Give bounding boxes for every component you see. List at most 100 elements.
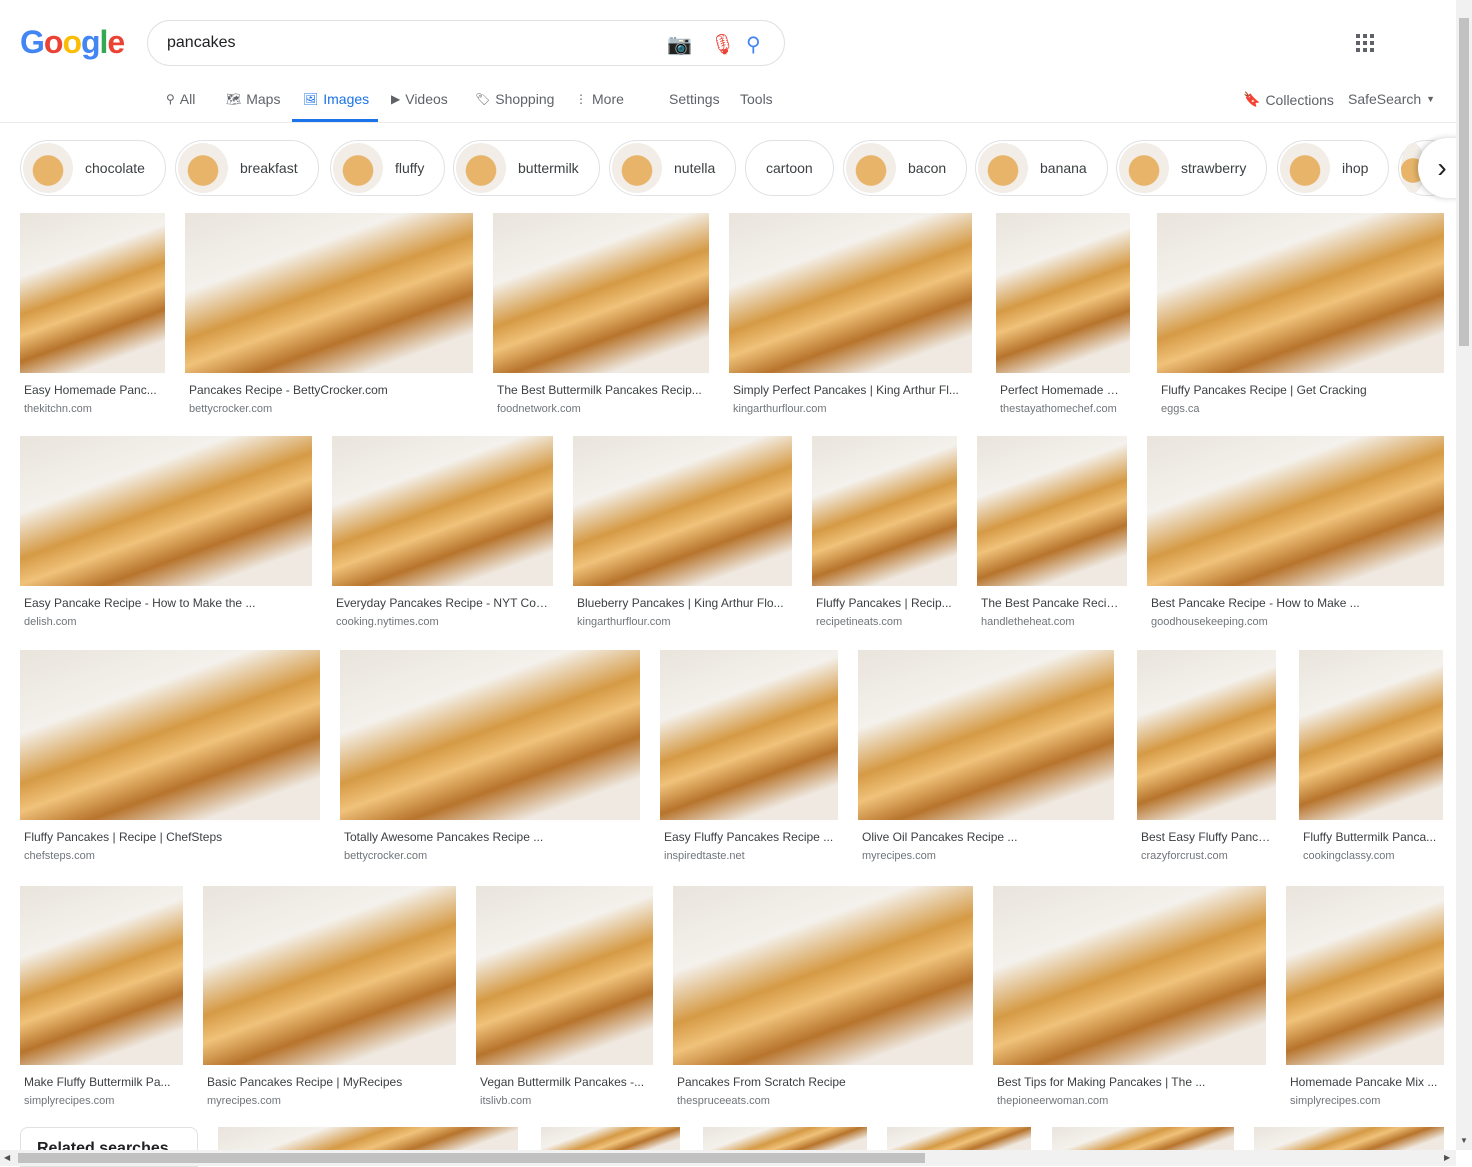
result-title[interactable]: Blueberry Pancakes | King Arthur Flo...	[577, 596, 788, 610]
result-title[interactable]: Best Pancake Recipe - How to Make ...	[1151, 596, 1440, 610]
image-result[interactable]: Pancakes From Scratch Recipe thespruceeat…	[673, 886, 973, 1107]
result-thumbnail[interactable]	[573, 436, 792, 586]
result-title[interactable]: Simply Perfect Pancakes | King Arthur Fl…	[733, 383, 968, 397]
result-thumbnail[interactable]	[887, 1127, 1031, 1150]
microphone-icon[interactable]: 🎙	[710, 32, 735, 57]
chip-ihop[interactable]: ihop	[1277, 140, 1390, 196]
chip-strawberry[interactable]: strawberry	[1116, 140, 1268, 196]
chip-breakfast[interactable]: breakfast	[175, 140, 319, 196]
result-title[interactable]: Fluffy Pancakes | Recipe | ChefSteps	[24, 830, 316, 844]
result-thumbnail[interactable]	[729, 213, 972, 373]
image-result[interactable]: Pancakes Recipe - BettyCrocker.com bettyc…	[185, 213, 473, 415]
chip-bacon[interactable]: bacon	[843, 140, 968, 196]
camera-icon[interactable]: 📷	[667, 32, 692, 57]
image-result[interactable]: Easy Homemade Panc... thekitchn.com	[20, 213, 165, 415]
result-title[interactable]: Fluffy Pancakes Recipe | Get Cracking	[1161, 383, 1440, 397]
chip-banana[interactable]: banana	[975, 140, 1108, 196]
chip-chocolate[interactable]: chocolate	[20, 140, 166, 196]
result-title[interactable]: Homemade Pancake Mix ...	[1290, 1075, 1440, 1089]
result-title[interactable]: Pancakes From Scratch Recipe	[677, 1075, 969, 1089]
result-title[interactable]: Easy Homemade Panc...	[24, 383, 161, 397]
result-thumbnail[interactable]	[541, 1127, 680, 1150]
result-thumbnail[interactable]	[203, 886, 456, 1065]
result-title[interactable]: Perfect Homemade Pa...	[1000, 383, 1126, 397]
tab-videos[interactable]: ▶ Videos	[391, 91, 448, 107]
image-result[interactable]: Homemade Pancake Mix ... simplyrecipes.co…	[1286, 886, 1444, 1107]
scroll-right-arrow[interactable]: ▶	[1444, 1153, 1450, 1162]
result-thumbnail[interactable]	[340, 650, 640, 820]
result-thumbnail[interactable]	[660, 650, 838, 820]
result-thumbnail[interactable]	[858, 650, 1114, 820]
image-result[interactable]: Fluffy Pancakes | Recip... recipetineats.…	[812, 436, 957, 628]
image-result[interactable]: The Best Pancake Recip... handletheheat.c…	[977, 436, 1127, 628]
tab-tools[interactable]: Tools	[740, 91, 773, 107]
result-title[interactable]: Easy Fluffy Pancakes Recipe ...	[664, 830, 834, 844]
result-thumbnail[interactable]	[703, 1127, 867, 1150]
result-thumbnail[interactable]	[1052, 1127, 1234, 1150]
result-thumbnail[interactable]	[493, 213, 709, 373]
tab-more[interactable]: ⋮ More	[575, 91, 624, 107]
result-title[interactable]: The Best Pancake Recip...	[981, 596, 1123, 610]
result-thumbnail[interactable]	[1299, 650, 1443, 820]
image-result[interactable]: Fluffy Buttermilk Panca... cookingclassy.…	[1299, 650, 1443, 862]
image-result[interactable]: Easy Fluffy Pancakes Recipe ... inspiredt…	[660, 650, 838, 862]
image-result[interactable]: Easy Pancake Recipe - How to Make the ..…	[20, 436, 312, 628]
scroll-down-arrow[interactable]: ▼	[1460, 1136, 1468, 1145]
result-title[interactable]: Fluffy Buttermilk Panca...	[1303, 830, 1439, 844]
result-thumbnail[interactable]	[977, 436, 1127, 586]
vertical-scrollbar-thumb[interactable]	[1459, 18, 1469, 346]
image-result[interactable]: Basic Pancakes Recipe | MyRecipes myrecip…	[203, 886, 456, 1107]
scroll-left-arrow[interactable]: ◀	[4, 1153, 10, 1162]
tab-all[interactable]: ⚲ All	[166, 91, 195, 107]
result-title[interactable]: Vegan Buttermilk Pancakes -...	[480, 1075, 649, 1089]
search-box[interactable]: pancakes 📷 🎙 ⚲	[147, 20, 785, 66]
image-result[interactable]: Make Fluffy Buttermilk Pa... simplyrecipe…	[20, 886, 183, 1107]
result-thumbnail[interactable]	[332, 436, 553, 586]
image-result[interactable]: Best Easy Fluffy Panca... crazyforcrust.c…	[1137, 650, 1276, 862]
result-thumbnail[interactable]	[1147, 436, 1444, 586]
horizontal-scrollbar-thumb[interactable]	[18, 1153, 925, 1163]
chip-nutella[interactable]: nutella	[609, 140, 737, 196]
image-result[interactable]: Vegan Buttermilk Pancakes -... itslivb.co…	[476, 886, 653, 1107]
image-result[interactable]: Perfect Homemade Pa... thestayathomechef.…	[996, 213, 1130, 415]
result-thumbnail[interactable]	[20, 650, 320, 820]
image-result[interactable]: Totally Awesome Pancakes Recipe ... betty…	[340, 650, 640, 862]
google-logo[interactable]: Google	[20, 24, 125, 61]
search-input[interactable]: pancakes	[167, 34, 236, 52]
result-title[interactable]: Everyday Pancakes Recipe - NYT Coo...	[336, 596, 549, 610]
result-title[interactable]: Basic Pancakes Recipe | MyRecipes	[207, 1075, 452, 1089]
result-title[interactable]: Best Tips for Making Pancakes | The ...	[997, 1075, 1262, 1089]
result-thumbnail[interactable]	[476, 886, 653, 1065]
search-icon[interactable]: ⚲	[746, 32, 761, 57]
chip-cartoon[interactable]: cartoon	[745, 140, 834, 196]
result-thumbnail[interactable]	[812, 436, 957, 586]
image-result[interactable]: Fluffy Pancakes Recipe | Get Cracking egg…	[1157, 213, 1444, 415]
collections-link[interactable]: 🔖 Collections	[1243, 91, 1334, 108]
result-thumbnail[interactable]	[1286, 886, 1444, 1065]
tab-shopping[interactable]: 🏷 Shopping	[475, 91, 554, 107]
result-title[interactable]: Easy Pancake Recipe - How to Make the ..…	[24, 596, 308, 610]
tab-maps[interactable]: 🗺 Maps	[226, 91, 280, 107]
result-thumbnail[interactable]	[20, 436, 312, 586]
result-thumbnail[interactable]	[20, 213, 165, 373]
result-title[interactable]: Olive Oil Pancakes Recipe ...	[862, 830, 1110, 844]
result-thumbnail[interactable]	[996, 213, 1130, 373]
image-result[interactable]: Olive Oil Pancakes Recipe ... myrecipes.c…	[858, 650, 1114, 862]
result-thumbnail[interactable]	[185, 213, 473, 373]
chip-fluffy[interactable]: fluffy	[330, 140, 446, 196]
tab-images[interactable]: 🖼 Images	[303, 91, 369, 107]
result-title[interactable]: Make Fluffy Buttermilk Pa...	[24, 1075, 179, 1089]
image-result[interactable]: Best Tips for Making Pancakes | The ... t…	[993, 886, 1266, 1107]
result-thumbnail[interactable]	[1157, 213, 1444, 373]
result-title[interactable]: Totally Awesome Pancakes Recipe ...	[344, 830, 636, 844]
image-result[interactable]: Blueberry Pancakes | King Arthur Flo... k…	[573, 436, 792, 628]
result-thumbnail[interactable]	[993, 886, 1266, 1065]
image-result[interactable]: Simply Perfect Pancakes | King Arthur Fl…	[729, 213, 972, 415]
result-thumbnail[interactable]	[218, 1127, 518, 1150]
result-title[interactable]: Fluffy Pancakes | Recip...	[816, 596, 953, 610]
image-result[interactable]: Fluffy Pancakes | Recipe | ChefSteps chef…	[20, 650, 320, 862]
tab-settings[interactable]: Settings	[669, 91, 720, 107]
image-result[interactable]: Everyday Pancakes Recipe - NYT Coo... coo…	[332, 436, 553, 628]
image-result[interactable]: Best Pancake Recipe - How to Make ... goo…	[1147, 436, 1444, 628]
result-title[interactable]: Pancakes Recipe - BettyCrocker.com	[189, 383, 469, 397]
